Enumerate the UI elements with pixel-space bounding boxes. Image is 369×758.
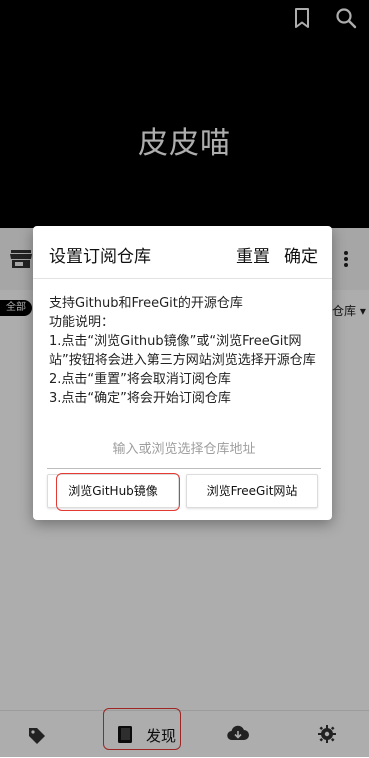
- description-line: 功能说明：: [49, 315, 115, 330]
- confirm-button[interactable]: 确定: [284, 242, 318, 267]
- dialog-divider: [33, 278, 332, 279]
- repo-url-input[interactable]: [47, 430, 321, 469]
- description-line: 支持Github和FreeGit的开源仓库: [49, 296, 243, 311]
- reset-button[interactable]: 重置: [236, 242, 270, 267]
- dialog-description: 支持Github和FreeGit的开源仓库 功能说明： 1.点击“浏览Githu…: [49, 294, 319, 408]
- github-button-highlight: [56, 473, 180, 511]
- dialog-title: 设置订阅仓库: [49, 247, 151, 267]
- description-line: 2.点击“重置”将会取消订阅仓库: [49, 372, 231, 387]
- browse-freegit-button[interactable]: 浏览FreeGit网站: [186, 474, 318, 508]
- description-line: 1.点击“浏览Github镜像”或“浏览FreeGit网站”按钮将会进入第三方网…: [49, 334, 316, 368]
- description-line: 3.点击“确定”将会开始订阅仓库: [49, 391, 231, 406]
